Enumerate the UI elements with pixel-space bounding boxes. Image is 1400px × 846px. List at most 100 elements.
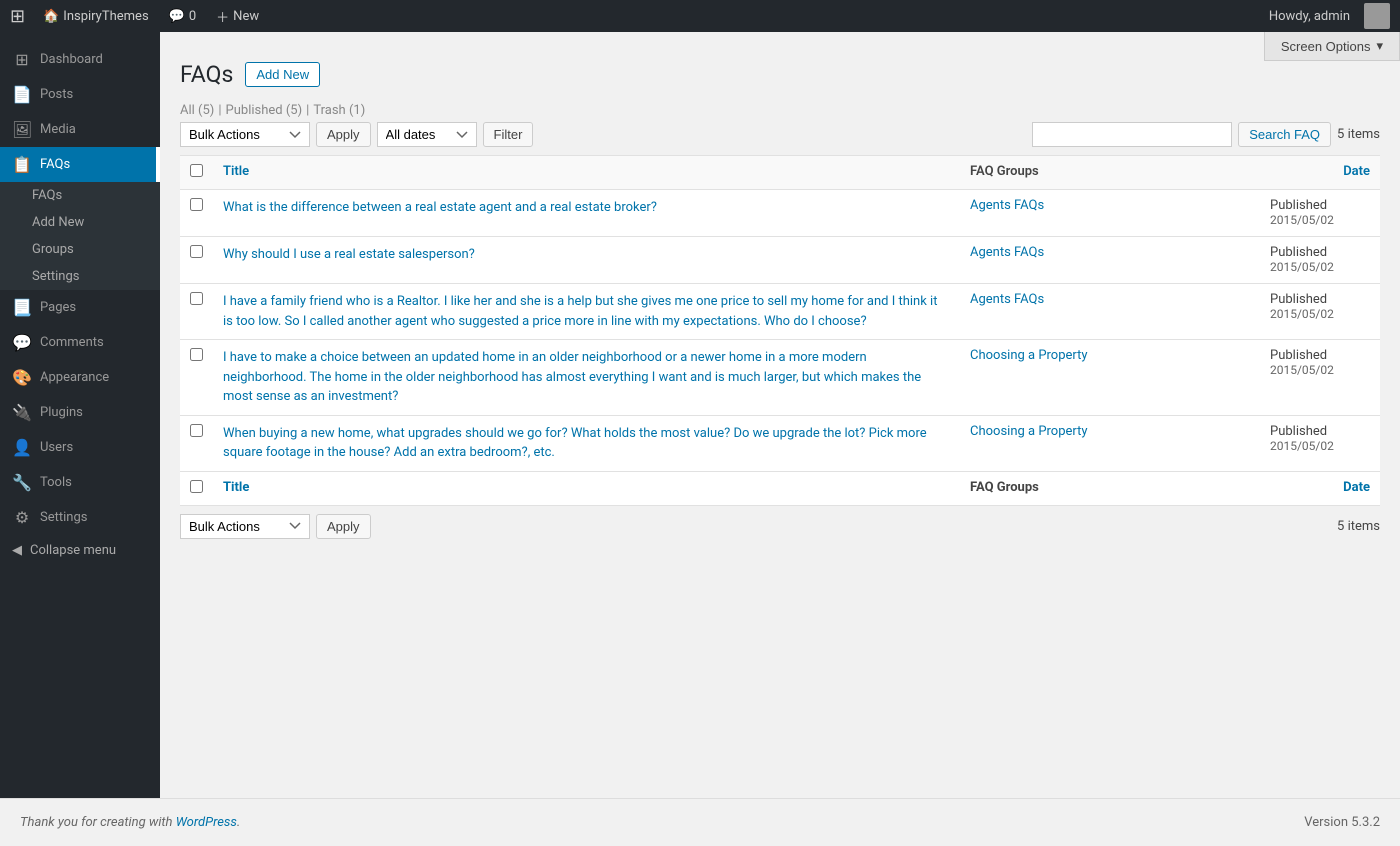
sidebar-item-users[interactable]: 👤 Users bbox=[0, 430, 160, 465]
adminbar-howdy: Howdy, admin bbox=[1259, 9, 1360, 24]
footer-version: Version 5.3.2 bbox=[1304, 815, 1380, 830]
faq-group-link-3[interactable]: Choosing a Property bbox=[970, 348, 1088, 363]
dashboard-icon: ⊞ bbox=[12, 50, 32, 69]
table-row: When buying a new home, what upgrades sh… bbox=[180, 415, 1380, 471]
faq-title-link-2[interactable]: I have a family friend who is a Realtor.… bbox=[223, 294, 937, 329]
filter-button[interactable]: Filter bbox=[483, 122, 534, 147]
faq-group-link-4[interactable]: Choosing a Property bbox=[970, 424, 1088, 439]
faq-date-1: 2015/05/02 bbox=[1270, 260, 1334, 274]
col-header-title[interactable]: Title bbox=[213, 156, 960, 190]
col-header-cb bbox=[180, 156, 213, 190]
sidebar-item-faqs[interactable]: 📋 FAQs bbox=[0, 147, 160, 182]
filter-separator-1: | bbox=[218, 103, 221, 118]
apply-button-bottom[interactable]: Apply bbox=[316, 514, 371, 539]
col-footer-groups: FAQ Groups bbox=[960, 471, 1260, 505]
faq-title-link-1[interactable]: Why should I use a real estate salespers… bbox=[223, 247, 475, 262]
items-count-bottom: 5 items bbox=[1337, 519, 1380, 534]
page-footer: Thank you for creating with WordPress. V… bbox=[0, 798, 1400, 846]
bulk-actions-select-bottom[interactable]: Bulk Actions bbox=[180, 514, 310, 539]
table-row: What is the difference between a real es… bbox=[180, 190, 1380, 237]
faqs-submenu: FAQs Add New Groups Settings bbox=[0, 182, 160, 290]
table-row: Why should I use a real estate salespers… bbox=[180, 237, 1380, 284]
sidebar-collapse-menu[interactable]: ◀ Collapse menu bbox=[0, 535, 160, 566]
sidebar-item-dashboard[interactable]: ⊞ Dashboard bbox=[0, 42, 160, 77]
row-checkbox-1[interactable] bbox=[190, 245, 203, 258]
screen-options-button[interactable]: Screen Options ▾ bbox=[1264, 32, 1400, 61]
faq-group-link-0[interactable]: Agents FAQs bbox=[970, 198, 1044, 213]
adminbar-right: Howdy, admin bbox=[1259, 3, 1390, 29]
sidebar-item-pages[interactable]: 📃 Pages bbox=[0, 290, 160, 325]
submenu-add-new[interactable]: Add New bbox=[0, 209, 160, 236]
col-header-groups: FAQ Groups bbox=[960, 156, 1260, 190]
faq-date-4: 2015/05/02 bbox=[1270, 439, 1334, 453]
appearance-icon: 🎨 bbox=[12, 368, 32, 387]
posts-icon: 📄 bbox=[12, 85, 32, 104]
sidebar: ⊞ Dashboard 📄 Posts 🖼 Media 📋 FAQs FAQs … bbox=[0, 32, 160, 798]
footer-thanks: Thank you for creating with WordPress. bbox=[20, 815, 240, 830]
filter-trash-link[interactable]: Trash (1) bbox=[313, 103, 365, 118]
page-title: FAQs bbox=[180, 63, 233, 86]
adminbar-new[interactable]: ＋ New bbox=[206, 7, 269, 26]
sidebar-item-media[interactable]: 🖼 Media bbox=[0, 112, 160, 147]
col-header-date[interactable]: Date bbox=[1260, 156, 1380, 190]
faq-status-1: Published bbox=[1270, 245, 1327, 260]
faq-status-2: Published bbox=[1270, 292, 1327, 307]
sidebar-item-plugins[interactable]: 🔌 Plugins bbox=[0, 395, 160, 430]
row-checkbox-2[interactable] bbox=[190, 292, 203, 305]
home-icon: 🏠 bbox=[43, 9, 59, 24]
col-footer-date[interactable]: Date bbox=[1260, 471, 1380, 505]
select-all-checkbox-top[interactable] bbox=[190, 164, 203, 177]
bulk-actions-select-top[interactable]: Bulk Actions bbox=[180, 122, 310, 147]
wp-logo-icon[interactable]: ⊞ bbox=[10, 6, 25, 27]
table-row: I have a family friend who is a Realtor.… bbox=[180, 284, 1380, 340]
faqs-icon: 📋 bbox=[12, 155, 32, 174]
admin-bar: ⊞ 🏠 InspiryThemes 💬 0 ＋ New Howdy, admin bbox=[0, 0, 1400, 32]
filter-separator-2: | bbox=[306, 103, 309, 118]
sidebar-item-settings[interactable]: ⚙ Settings bbox=[0, 500, 160, 535]
date-filter-select[interactable]: All dates bbox=[377, 122, 477, 147]
footer-wp-link[interactable]: WordPress bbox=[176, 815, 237, 830]
select-all-checkbox-bottom[interactable] bbox=[190, 480, 203, 493]
row-checkbox-4[interactable] bbox=[190, 424, 203, 437]
tools-icon: 🔧 bbox=[12, 473, 32, 492]
submenu-groups[interactable]: Groups bbox=[0, 236, 160, 263]
table-row: I have to make a choice between an updat… bbox=[180, 340, 1380, 416]
col-footer-cb bbox=[180, 471, 213, 505]
submenu-settings[interactable]: Settings bbox=[0, 263, 160, 290]
main-content: Screen Options ▾ FAQs Add New All (5) | … bbox=[160, 32, 1400, 798]
comment-icon: 💬 bbox=[169, 9, 185, 24]
faq-title-link-3[interactable]: I have to make a choice between an updat… bbox=[223, 350, 921, 404]
faq-title-link-0[interactable]: What is the difference between a real es… bbox=[223, 200, 657, 215]
sidebar-item-posts[interactable]: 📄 Posts bbox=[0, 77, 160, 112]
media-icon: 🖼 bbox=[12, 120, 32, 139]
col-footer-title[interactable]: Title bbox=[213, 471, 960, 505]
submenu-faqs-root[interactable]: FAQs bbox=[0, 182, 160, 209]
filter-all-link[interactable]: All (5) bbox=[180, 103, 214, 118]
apply-button-top[interactable]: Apply bbox=[316, 122, 371, 147]
row-checkbox-3[interactable] bbox=[190, 348, 203, 361]
sidebar-item-tools[interactable]: 🔧 Tools bbox=[0, 465, 160, 500]
filter-published-link[interactable]: Published (5) bbox=[226, 103, 303, 118]
toolbar-bottom: Bulk Actions Apply 5 items bbox=[180, 514, 1380, 539]
screen-options-chevron-icon: ▾ bbox=[1376, 38, 1383, 54]
add-new-button[interactable]: Add New bbox=[245, 62, 320, 87]
filter-bar: All (5) | Published (5) | Trash (1) bbox=[180, 103, 1380, 118]
faq-title-link-4[interactable]: When buying a new home, what upgrades sh… bbox=[223, 426, 927, 461]
sidebar-item-comments[interactable]: 💬 Comments bbox=[0, 325, 160, 360]
row-checkbox-0[interactable] bbox=[190, 198, 203, 211]
sidebar-item-appearance[interactable]: 🎨 Appearance bbox=[0, 360, 160, 395]
items-count-top: 5 items bbox=[1337, 127, 1380, 142]
faq-date-0: 2015/05/02 bbox=[1270, 213, 1334, 227]
plugins-icon: 🔌 bbox=[12, 403, 32, 422]
page-header: FAQs Add New bbox=[180, 62, 1380, 87]
toolbar-top-right: Search FAQ 5 items bbox=[1032, 122, 1380, 147]
search-faq-button[interactable]: Search FAQ bbox=[1238, 122, 1331, 147]
search-faq-input[interactable] bbox=[1032, 122, 1232, 147]
adminbar-site-name[interactable]: 🏠 InspiryThemes bbox=[33, 9, 159, 24]
faq-status-0: Published bbox=[1270, 198, 1327, 213]
faq-status-4: Published bbox=[1270, 424, 1327, 439]
faq-group-link-1[interactable]: Agents FAQs bbox=[970, 245, 1044, 260]
table-header-row: Title FAQ Groups Date bbox=[180, 156, 1380, 190]
adminbar-comments[interactable]: 💬 0 bbox=[159, 9, 207, 24]
faq-group-link-2[interactable]: Agents FAQs bbox=[970, 292, 1044, 307]
